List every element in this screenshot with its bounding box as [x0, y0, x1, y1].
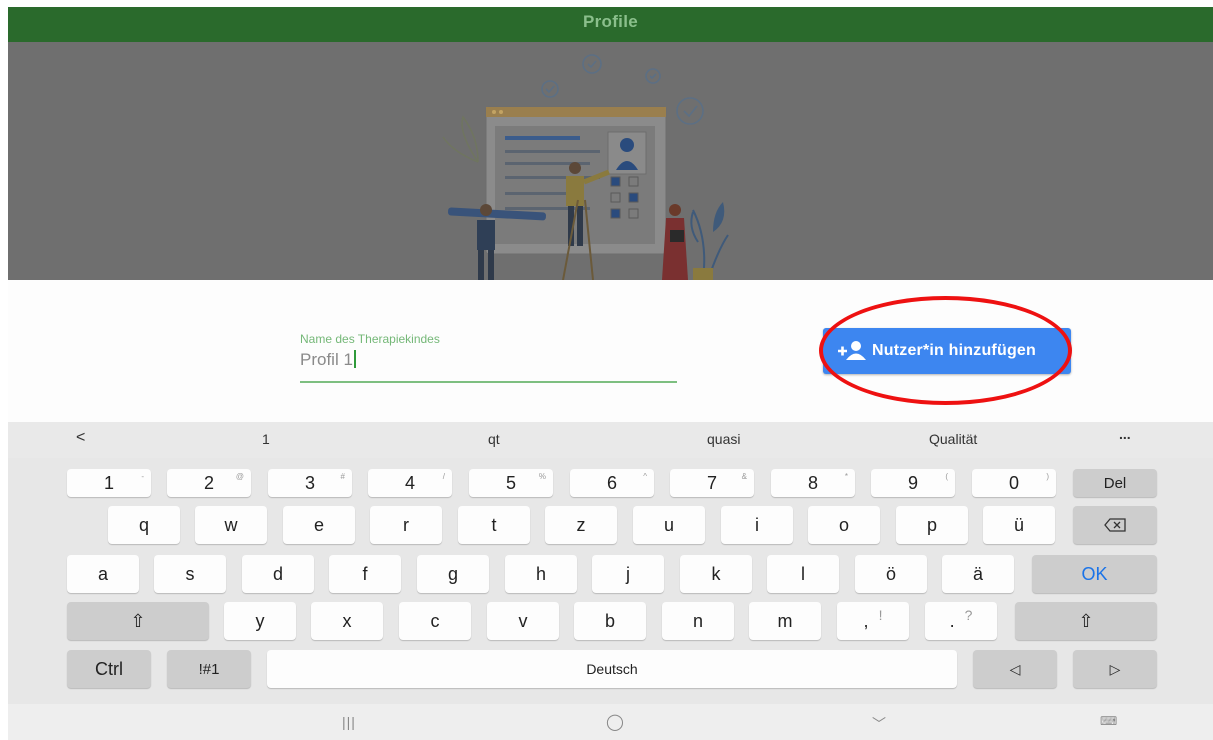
key-g[interactable]: g	[417, 555, 489, 593]
key-k[interactable]: k	[680, 555, 752, 593]
check-circle-icon	[676, 97, 704, 125]
key-comma[interactable]: ,!	[837, 602, 909, 640]
suggestion-item[interactable]: Qualität	[929, 431, 977, 447]
key-v[interactable]: v	[487, 602, 559, 640]
key-d[interactable]: d	[242, 555, 314, 593]
keyboard-suggestion-bar: < 1 qt quasi Qualität ...	[8, 422, 1213, 459]
space-key[interactable]: Deutsch	[267, 650, 957, 688]
suggestion-item[interactable]: qt	[488, 431, 500, 447]
profile-illustration	[442, 54, 729, 280]
text-caret	[353, 350, 356, 368]
key-u[interactable]: u	[633, 506, 705, 544]
key-3[interactable]: 3 #	[268, 469, 352, 497]
key-i[interactable]: i	[721, 506, 793, 544]
key-u-umlaut[interactable]: ü	[983, 506, 1055, 544]
name-field-label: Name des Therapiekindes	[300, 332, 440, 346]
backspace-key[interactable]	[1073, 506, 1157, 544]
key-y[interactable]: y	[224, 602, 296, 640]
key-c[interactable]: c	[399, 602, 471, 640]
key-period[interactable]: .?	[925, 602, 997, 640]
recents-button[interactable]: |||	[342, 714, 356, 730]
key-b[interactable]: b	[574, 602, 646, 640]
add-user-button-label: Nutzer*in hinzufügen	[872, 342, 1036, 359]
key-a[interactable]: a	[67, 555, 139, 593]
page-title: Profile	[582, 12, 638, 31]
key-t[interactable]: t	[458, 506, 530, 544]
key-m[interactable]: m	[749, 602, 821, 640]
shift-key-right[interactable]: ⇧	[1015, 602, 1157, 640]
name-input-underline	[300, 381, 677, 383]
suggestion-item[interactable]: 1	[262, 431, 270, 447]
key-r[interactable]: r	[370, 506, 442, 544]
key-e[interactable]: e	[283, 506, 355, 544]
key-f[interactable]: f	[329, 555, 401, 593]
symbols-key[interactable]: !#1	[167, 650, 251, 688]
key-2[interactable]: 2 @	[167, 469, 251, 497]
key-j[interactable]: j	[592, 555, 664, 593]
key-9[interactable]: 9(	[871, 469, 955, 497]
ctrl-key[interactable]: Ctrl	[67, 650, 151, 688]
back-button[interactable]: ﹀	[872, 714, 886, 734]
add-person-icon	[838, 341, 866, 360]
add-user-button[interactable]: Nutzer*in hinzufügen	[823, 328, 1071, 374]
cursor-left-key[interactable]: ◁	[973, 650, 1057, 688]
on-screen-keyboard: 1- 2 @ 3 # 4/ 5% 6 ^ 7 & 8 * 9( 0) Del q w e …	[8, 458, 1213, 704]
check-circle-icon	[582, 54, 602, 74]
delete-key[interactable]: Del	[1073, 469, 1157, 497]
app-header: Profile	[8, 7, 1213, 42]
key-o[interactable]: o	[808, 506, 880, 544]
key-4[interactable]: 4/	[368, 469, 452, 497]
key-w[interactable]: w	[195, 506, 267, 544]
key-8[interactable]: 8 *	[771, 469, 855, 497]
key-a-umlaut[interactable]: ä	[942, 555, 1014, 593]
key-x[interactable]: x	[311, 602, 383, 640]
key-l[interactable]: l	[767, 555, 839, 593]
home-button[interactable]: ◯	[606, 712, 624, 732]
ok-key[interactable]: OK	[1032, 555, 1157, 593]
system-navigation-bar: ||| ◯ ﹀ ⌨	[8, 704, 1213, 740]
hero-illustration	[8, 42, 1213, 280]
key-6[interactable]: 6 ^	[570, 469, 654, 497]
key-z[interactable]: z	[545, 506, 617, 544]
key-h[interactable]: h	[505, 555, 577, 593]
suggestion-more-button[interactable]: ...	[1119, 426, 1131, 442]
cursor-right-key[interactable]: ▷	[1073, 650, 1157, 688]
backspace-icon	[1104, 518, 1126, 532]
shift-key-left[interactable]: ⇧	[67, 602, 209, 640]
key-o-umlaut[interactable]: ö	[855, 555, 927, 593]
name-input[interactable]: Profil 1	[300, 350, 356, 370]
suggestion-back-button[interactable]: <	[76, 429, 85, 447]
key-7[interactable]: 7 &	[670, 469, 754, 497]
key-n[interactable]: n	[662, 602, 734, 640]
key-q[interactable]: q	[108, 506, 180, 544]
key-s[interactable]: s	[154, 555, 226, 593]
key-5[interactable]: 5%	[469, 469, 553, 497]
key-0[interactable]: 0)	[972, 469, 1056, 497]
key-p[interactable]: p	[896, 506, 968, 544]
check-circle-icon	[541, 80, 559, 98]
name-input-value: Profil 1	[300, 350, 353, 369]
keyboard-switch-icon[interactable]: ⌨	[1100, 714, 1117, 728]
suggestion-item[interactable]: quasi	[707, 431, 740, 447]
key-1[interactable]: 1-	[67, 469, 151, 497]
